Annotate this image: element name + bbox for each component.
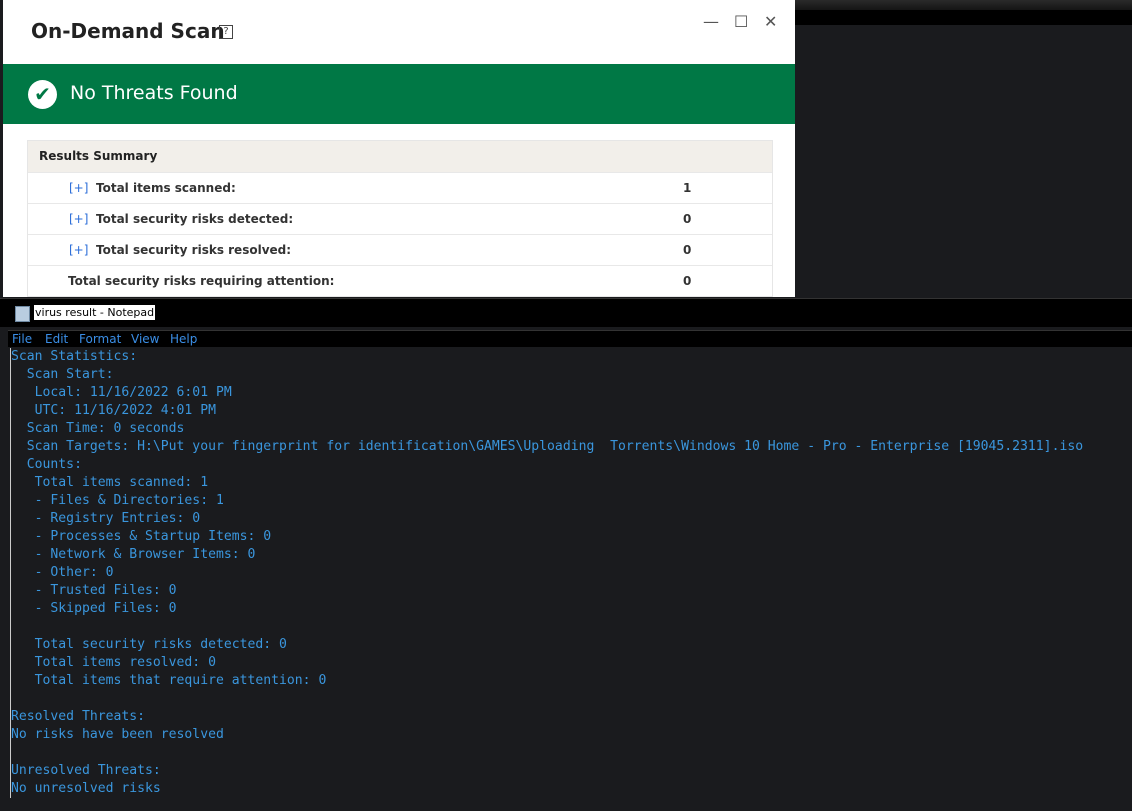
text-line: Total items scanned: 1 xyxy=(11,475,209,490)
notepad-window: virus result - Notepad File Edit Format … xyxy=(0,298,1132,811)
text-line: Resolved Threats: xyxy=(11,709,146,724)
status-banner: ✔ No Threats Found xyxy=(3,64,795,124)
text-line: Local: 11/16/2022 6:01 PM xyxy=(11,385,232,400)
background-window-titlebar xyxy=(795,0,1132,10)
text-line: Scan Statistics: xyxy=(11,349,138,364)
menu-file[interactable]: File xyxy=(12,331,32,347)
menu-view[interactable]: View xyxy=(131,331,159,347)
text-line: Counts: xyxy=(11,457,82,472)
expand-button[interactable]: [+] xyxy=(69,204,88,234)
table-row: [+] Total items scanned: 1 xyxy=(28,172,772,203)
row-label: Total items scanned: xyxy=(96,181,236,195)
text-line xyxy=(11,618,1083,636)
status-text: No Threats Found xyxy=(70,82,238,104)
text-line: - Skipped Files: 0 xyxy=(11,601,177,616)
on-demand-scan-window: On-Demand Scan ? — ☐ ✕ ✔ No Threats Foun… xyxy=(3,0,795,297)
table-row: [+] Total security risks detected: 0 xyxy=(28,203,772,234)
text-line: - Other: 0 xyxy=(11,565,114,580)
notepad-icon xyxy=(15,306,30,322)
row-value: 0 xyxy=(683,212,692,226)
text-line: - Registry Entries: 0 xyxy=(11,511,201,526)
table-row: Total security risks requiring attention… xyxy=(28,265,772,296)
table-row: [+] Total security risks resolved: 0 xyxy=(28,234,772,265)
text-line: Scan Start: xyxy=(11,367,114,382)
results-summary-table: Results Summary [+] Total items scanned:… xyxy=(27,140,773,297)
text-line: Total items that require attention: 0 xyxy=(11,673,327,688)
checkmark-icon: ✔ xyxy=(28,80,57,109)
row-label: Total security risks requiring attention… xyxy=(68,274,335,288)
results-summary-header: Results Summary xyxy=(28,141,772,172)
text-line xyxy=(11,690,1083,708)
row-value: 0 xyxy=(683,243,692,257)
text-line: No risks have been resolved xyxy=(11,727,224,742)
text-line: UTC: 11/16/2022 4:01 PM xyxy=(11,403,216,418)
text-line: Total items resolved: 0 xyxy=(11,655,216,670)
text-line xyxy=(11,744,1083,762)
help-icon[interactable]: ? xyxy=(219,25,233,39)
window-title: On-Demand Scan xyxy=(31,19,225,43)
notepad-title: virus result - Notepad xyxy=(34,305,156,320)
minimize-button[interactable]: — xyxy=(703,12,719,31)
menu-edit[interactable]: Edit xyxy=(45,331,68,347)
expand-button[interactable]: [+] xyxy=(69,235,88,265)
row-value: 0 xyxy=(683,274,692,288)
text-line: No unresolved risks xyxy=(11,781,161,796)
row-value: 1 xyxy=(683,181,692,195)
text-line: Scan Targets: H:\Put your fingerprint fo… xyxy=(11,439,1084,454)
maximize-button[interactable]: ☐ xyxy=(734,12,748,31)
text-line: - Trusted Files: 0 xyxy=(11,583,177,598)
text-line: - Processes & Startup Items: 0 xyxy=(11,529,272,544)
text-line: Total security risks detected: 0 xyxy=(11,637,287,652)
menu-help[interactable]: Help xyxy=(170,331,197,347)
close-button[interactable]: ✕ xyxy=(764,12,777,31)
notepad-titlebar: virus result - Notepad xyxy=(0,298,1132,327)
text-line: - Files & Directories: 1 xyxy=(11,493,224,508)
notepad-text-area[interactable]: Scan Statistics: Scan Start: Local: 11/1… xyxy=(10,348,1083,798)
menu-bar: File Edit Format View Help xyxy=(8,330,1132,347)
row-label: Total security risks detected: xyxy=(96,212,294,226)
menu-format[interactable]: Format xyxy=(79,331,121,347)
row-label: Total security risks resolved: xyxy=(96,243,292,257)
background-window-bar xyxy=(795,10,1132,25)
expand-button[interactable]: [+] xyxy=(69,173,88,203)
text-line: - Network & Browser Items: 0 xyxy=(11,547,256,562)
text-line: Unresolved Threats: xyxy=(11,763,161,778)
text-line: Scan Time: 0 seconds xyxy=(11,421,185,436)
